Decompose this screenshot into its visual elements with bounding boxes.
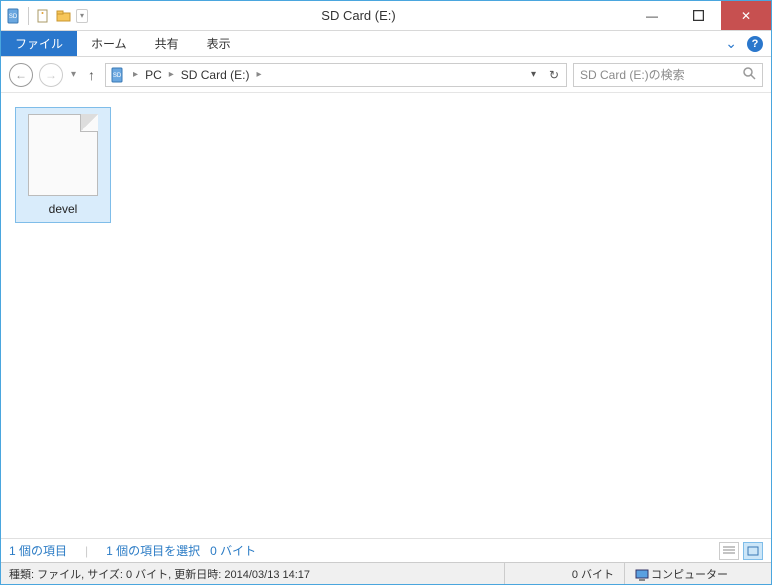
qat-area: SD ▾ — [1, 1, 88, 30]
up-button[interactable]: ↑ — [84, 67, 99, 83]
address-bar[interactable]: SD ▸ PC ▸ SD Card (E:) ▸ ▾ ↻ — [105, 63, 567, 87]
item-count-label: 1 個の項目 — [9, 542, 67, 559]
explorer-window: SD ▾ SD Card (E:) — ✕ ファイル ホーム — [0, 0, 772, 585]
maximize-button[interactable] — [675, 1, 721, 30]
help-icon[interactable]: ? — [747, 36, 763, 52]
sd-card-icon: SD — [5, 7, 23, 25]
breadcrumb-sep-icon[interactable]: ▸ — [166, 69, 177, 80]
minimize-button[interactable]: — — [629, 1, 675, 30]
ribbon-spacer — [245, 31, 726, 56]
close-button[interactable]: ✕ — [721, 1, 771, 30]
selection-label: 1 個の項目を選択 0 バイト — [106, 542, 256, 559]
svg-text:SD: SD — [9, 14, 18, 20]
refresh-button[interactable]: ↻ — [542, 68, 566, 82]
breadcrumb-sep-icon[interactable]: ▸ — [130, 69, 141, 80]
qat-separator — [28, 7, 29, 25]
file-view[interactable]: devel — [1, 93, 771, 538]
window-title: SD Card (E:) — [88, 1, 629, 30]
titlebar: SD ▾ SD Card (E:) — ✕ — [1, 1, 771, 31]
file-item[interactable]: devel — [15, 107, 111, 223]
tab-share[interactable]: 共有 — [141, 31, 193, 56]
window-controls: — ✕ — [629, 1, 771, 30]
qat-dropdown-icon[interactable]: ▾ — [76, 9, 88, 23]
details-location: コンピューター — [625, 563, 765, 584]
ribbon-right: ⌄ ? — [725, 31, 771, 56]
view-icons-button[interactable] — [743, 542, 763, 560]
history-dropdown-icon[interactable]: ▾ — [69, 69, 78, 80]
view-details-button[interactable] — [719, 542, 739, 560]
collapse-ribbon-icon[interactable]: ⌄ — [725, 35, 737, 52]
address-dropdown-icon[interactable]: ▾ — [524, 69, 542, 80]
search-icon — [743, 67, 756, 83]
status-separator: | — [85, 544, 88, 558]
details-text: 種類: ファイル, サイズ: 0 バイト, 更新日時: 2014/03/13 1… — [7, 563, 505, 584]
forward-button[interactable]: → — [39, 63, 63, 87]
breadcrumb-sep-icon[interactable]: ▸ — [253, 69, 264, 80]
status-bar: 1 個の項目 | 1 個の項目を選択 0 バイト — [1, 538, 771, 562]
back-button[interactable]: ← — [9, 63, 33, 87]
breadcrumb-current[interactable]: SD Card (E:) — [177, 64, 254, 86]
tab-file[interactable]: ファイル — [1, 31, 77, 56]
search-placeholder: SD Card (E:)の検索 — [580, 66, 685, 83]
file-name-label: devel — [20, 202, 106, 216]
qat-toolbar: ▾ — [34, 7, 88, 25]
view-toggles — [719, 542, 763, 560]
svg-text:SD: SD — [113, 73, 122, 79]
search-input[interactable]: SD Card (E:)の検索 — [573, 63, 763, 87]
breadcrumb-pc[interactable]: PC — [141, 64, 166, 86]
ribbon-tabs: ファイル ホーム 共有 表示 ⌄ ? — [1, 31, 771, 57]
file-icon — [28, 114, 98, 196]
tab-home[interactable]: ホーム — [77, 31, 141, 56]
computer-icon — [635, 569, 647, 579]
navbar: ← → ▾ ↑ SD ▸ PC ▸ SD Card (E:) ▸ ▾ ↻ SD … — [1, 57, 771, 93]
details-bar: 種類: ファイル, サイズ: 0 バイト, 更新日時: 2014/03/13 1… — [1, 562, 771, 584]
details-size: 0 バイト — [505, 563, 625, 584]
properties-icon[interactable] — [34, 7, 52, 25]
tab-view[interactable]: 表示 — [193, 31, 245, 56]
folder-icon[interactable] — [55, 7, 73, 25]
location-sd-icon: SD — [110, 67, 126, 83]
